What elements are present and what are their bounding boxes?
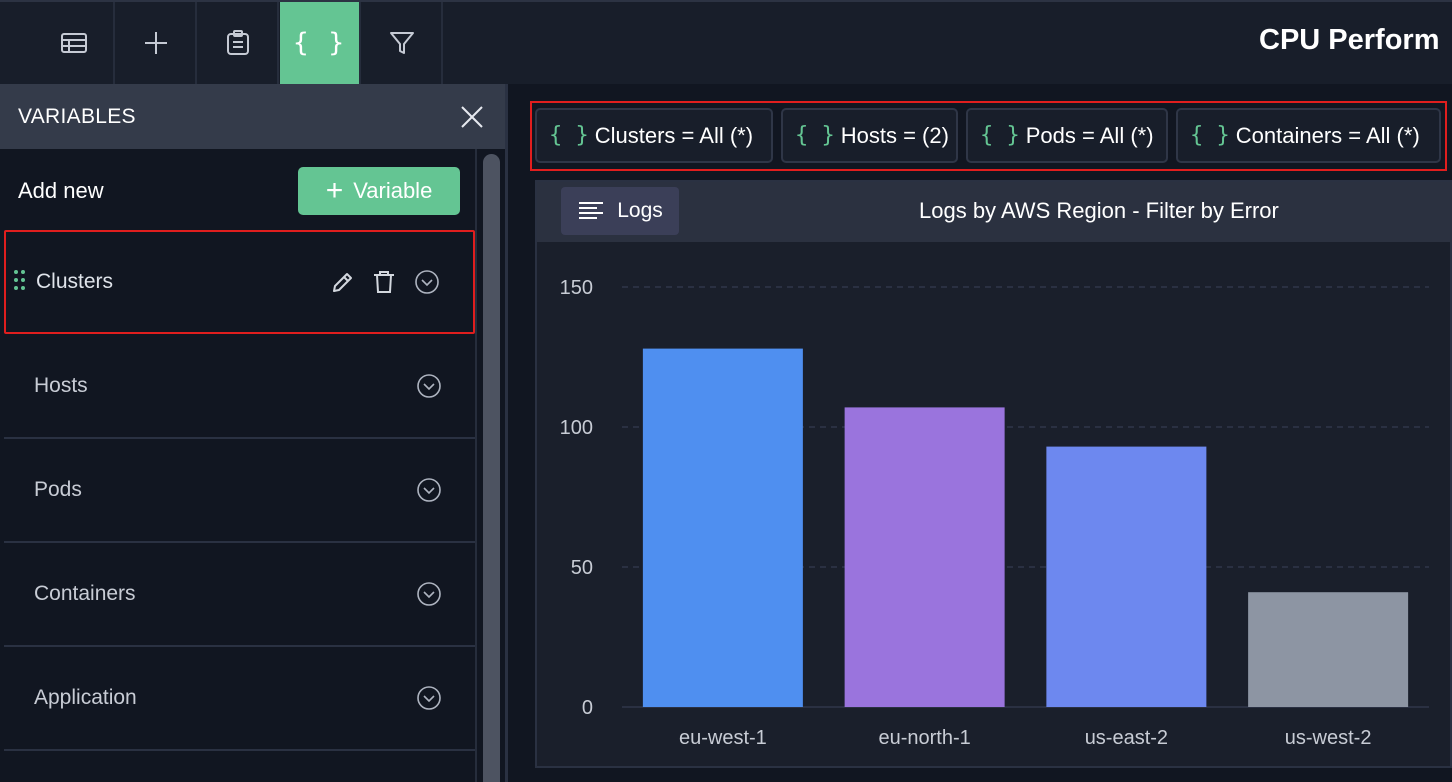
top-toolbar: { } CPU Perform [0,0,1452,84]
variables-panel-title: VARIABLES [18,104,136,128]
bar-us-west-2[interactable] [1248,592,1409,707]
variable-item-application[interactable]: Application [4,647,475,751]
chevron-down-icon[interactable] [416,685,442,711]
add-new-row: Add new + Variable [18,167,460,215]
variables-panel-header: VARIABLES [0,84,505,149]
chevron-down-icon[interactable] [416,477,442,503]
variables-panel: VARIABLES Add new + Variable Clusters Ho… [0,84,508,782]
y-tick-label: 100 [560,417,593,439]
chart-title: Logs by AWS Region - Filter by Error [919,198,1279,223]
chevron-down-icon[interactable] [416,373,442,399]
dashboard-title: CPU Perform [1259,24,1440,56]
y-tick-label: 150 [560,277,593,299]
add-variable-label: Variable [353,178,433,203]
braces-icon: { } [1190,123,1230,148]
x-tick-label: us-east-2 [1085,727,1168,749]
variable-item-hosts[interactable]: Hosts [4,335,475,439]
variables-list: Add new + Variable Clusters Hosts Pods C… [0,149,477,782]
variable-label: Hosts [34,374,88,397]
y-tick-label: 0 [582,697,593,719]
chip-pods[interactable]: { } Pods = All (*) [966,108,1168,163]
variables-button[interactable]: { } [280,2,361,84]
plus-icon [144,32,167,54]
chip-label: Containers = All (*) [1235,122,1420,148]
variable-label: Containers [34,582,136,605]
chip-clusters[interactable]: { } Clusters = All (*) [535,108,773,163]
chip-label: Hosts = (2) [840,122,949,148]
chevron-down-icon[interactable] [416,581,442,607]
add-panel-button[interactable] [116,2,197,84]
table-icon [60,33,87,53]
variable-label: Pods [34,478,82,501]
clipboard-icon [226,30,249,55]
y-tick-label: 50 [571,557,593,579]
add-new-label: Add new [18,178,104,203]
logs-icon [579,202,604,219]
variables-scrollbar[interactable] [483,154,500,782]
drag-handle-icon[interactable] [14,270,28,294]
x-tick-label: eu-west-1 [679,727,767,749]
pencil-icon[interactable] [330,269,356,295]
bar-eu-west-1[interactable] [642,348,803,707]
variable-item-containers[interactable]: Containers [4,543,475,647]
close-icon[interactable] [457,102,487,132]
bar-eu-north-1[interactable] [844,407,1005,707]
variable-item-clusters[interactable]: Clusters [4,230,475,334]
chip-label: Clusters = All (*) [594,122,754,148]
braces-icon: { } [795,123,835,148]
chip-label: Pods = All (*) [1025,122,1154,148]
variable-label: Clusters [36,270,114,293]
logs-button-label: Logs [617,199,663,222]
chart-panel: Logs Logs by AWS Region - Filter by Erro… [535,180,1452,768]
clipboard-button[interactable] [198,2,279,84]
braces-icon: { } [980,123,1020,148]
variable-label: Application [34,686,137,709]
bar-chart: 0 50 100 150 eu-west-1 eu-north-1 us-east-2 us-… [560,277,1429,749]
bar-us-east-2[interactable] [1046,446,1207,707]
trash-icon[interactable] [371,269,397,295]
plus-icon: + [325,174,344,207]
toolbar-padding [0,2,34,84]
table-view-button[interactable] [34,2,115,84]
filter-icon [389,32,414,54]
chart-panel-header: Logs Logs by AWS Region - Filter by Erro… [537,182,1452,242]
add-variable-button[interactable]: + Variable [298,167,460,215]
x-tick-label: eu-north-1 [878,727,970,749]
braces-icon: { } [549,123,589,148]
chevron-down-icon[interactable] [414,269,440,295]
logs-button[interactable]: Logs [561,187,679,235]
variable-item-pods[interactable]: Pods [4,439,475,543]
chip-containers[interactable]: { } Containers = All (*) [1176,108,1441,163]
chip-hosts[interactable]: { } Hosts = (2) [781,108,958,163]
x-tick-label: us-west-2 [1285,727,1372,749]
filter-button[interactable] [362,2,443,84]
braces-icon: { } [293,28,346,58]
